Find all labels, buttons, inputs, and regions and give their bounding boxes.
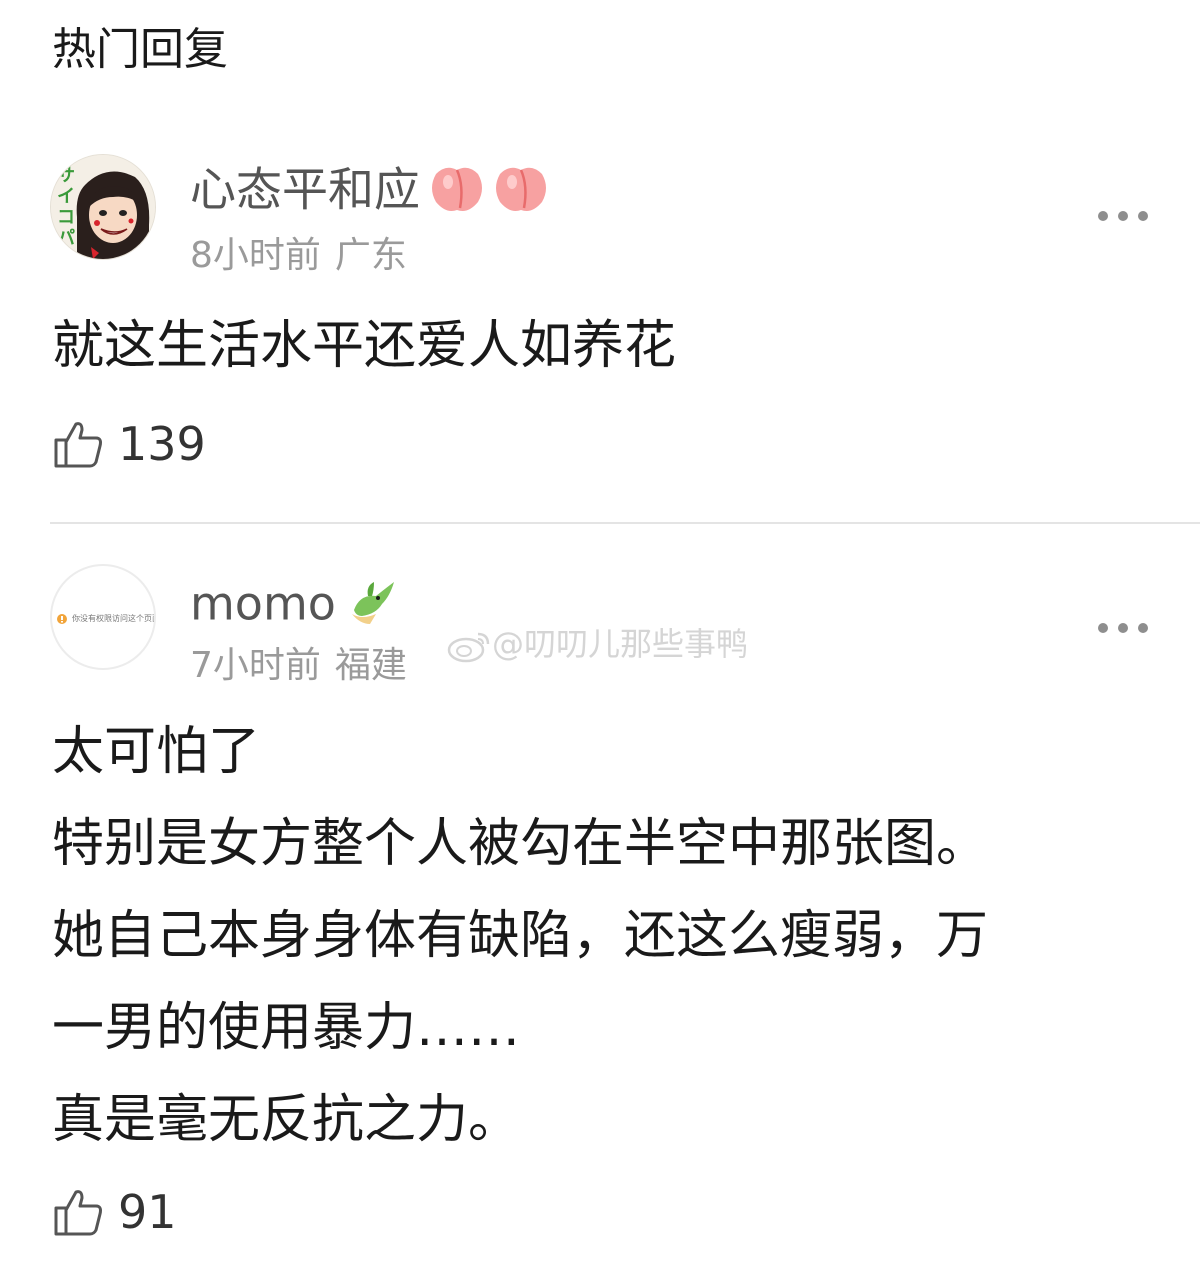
username-text: momo [190,576,336,631]
avatar[interactable]: 你没有权限访问这个页面 [50,564,156,670]
like-button[interactable]: 139 [52,416,212,472]
more-options-icon[interactable] [1096,206,1150,226]
username[interactable]: momo [190,574,400,640]
username-text: 心态平和应 [190,162,420,217]
comment-meta: 7小时前 福建 [190,644,407,688]
weibo-logo-icon [447,632,490,663]
avatar[interactable]: サイコパ [50,154,156,260]
like-count: 139 [118,417,206,471]
section-title: 热门回复 [52,24,228,75]
thumbs-up-icon [54,1190,102,1236]
comment-line: 一男的使用暴力…… [52,998,521,1058]
comment-time: 8小时前 [190,235,321,276]
avatar-text: サイコパ [57,165,75,249]
comment-line: 太可怕了 [52,722,261,782]
comment-content: 就这生活水平还爱人如养花 [52,300,1162,392]
comment-time: 7小时前 [190,645,321,686]
comment-location: 福建 [334,645,407,686]
avatar-text: 你没有权限访问这个页面 [72,614,154,623]
divider [50,522,1200,524]
username[interactable]: 心态平和应 [190,160,548,226]
comment-content: 太可怕了 特别是女方整个人被勾在半空中那张图。 她自己本身身体有缺陷，还这么瘦弱… [52,706,1162,1166]
like-button[interactable]: 91 [52,1184,192,1240]
thumbs-up-icon [54,422,102,468]
peach-icon [430,160,484,226]
comment-location: 广东 [334,235,407,276]
like-count: 91 [118,1185,177,1239]
watermark: @叨叨儿那些事鸭 [446,622,748,666]
bird-icon [346,574,400,640]
comment-line: 就这生活水平还爱人如养花 [52,316,677,376]
comment-line: 她自己本身身体有缺陷，还这么瘦弱，万 [52,906,989,966]
peach-icon [494,160,548,226]
watermark-text: @叨叨儿那些事鸭 [492,625,749,663]
comment-meta: 8小时前 广东 [190,234,407,278]
comment-line: 特别是女方整个人被勾在半空中那张图。 [52,814,989,874]
comment-line: 真是毫无反抗之力。 [52,1090,521,1150]
more-options-icon[interactable] [1096,618,1150,638]
